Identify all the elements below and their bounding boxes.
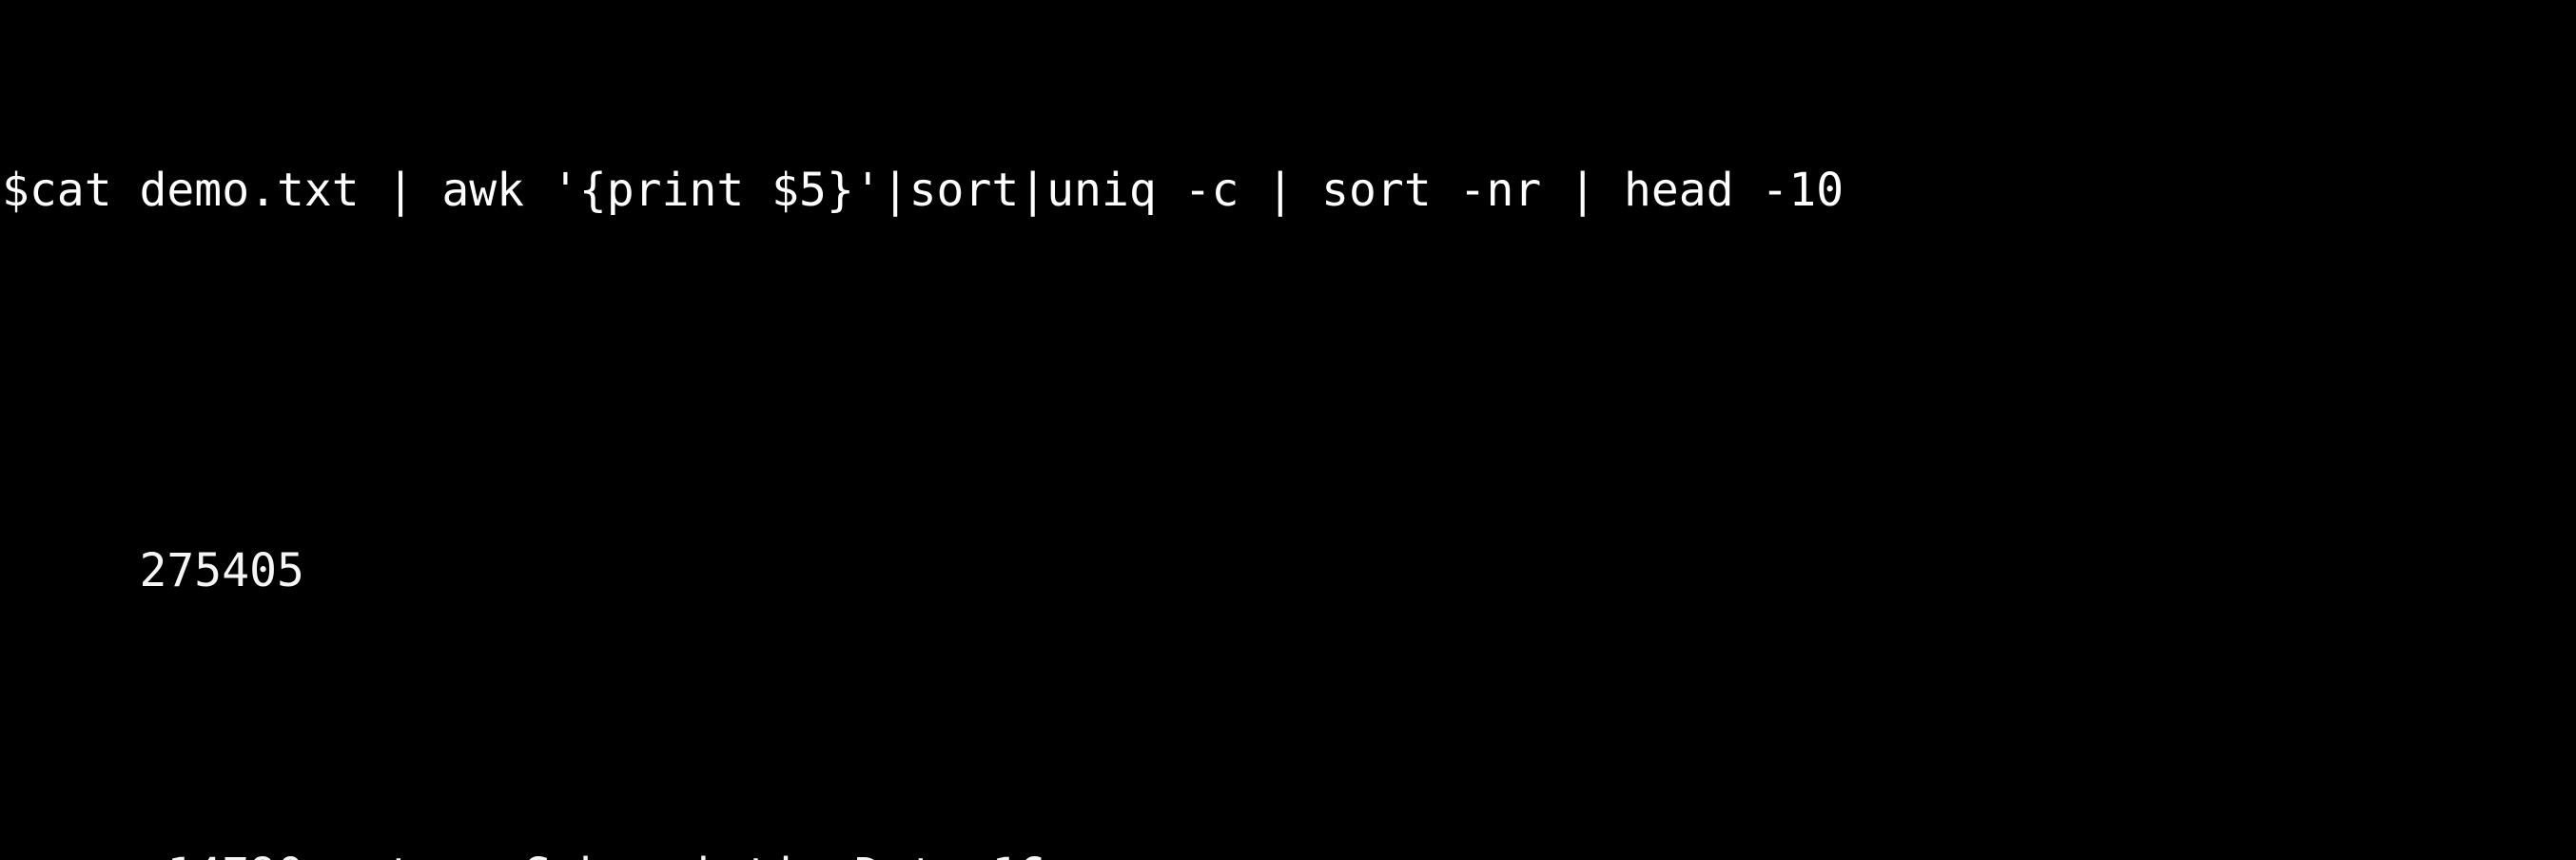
symbol-label: metaq::SubscriptionData+16> [332, 849, 1074, 860]
occurrence-count: 14790 [112, 849, 332, 860]
output-row: 14790 metaq::SubscriptionData+16> [0, 761, 2576, 860]
shell-prompt-line: $cat demo.txt | awk '{print $5}'|sort|un… [2, 164, 1844, 217]
output-row: 275405 [0, 457, 2576, 597]
terminal-output-pane[interactable]: $cat demo.txt | awk '{print $5}'|sort|un… [0, 0, 2576, 860]
occurrence-count: 275405 [111, 544, 304, 597]
